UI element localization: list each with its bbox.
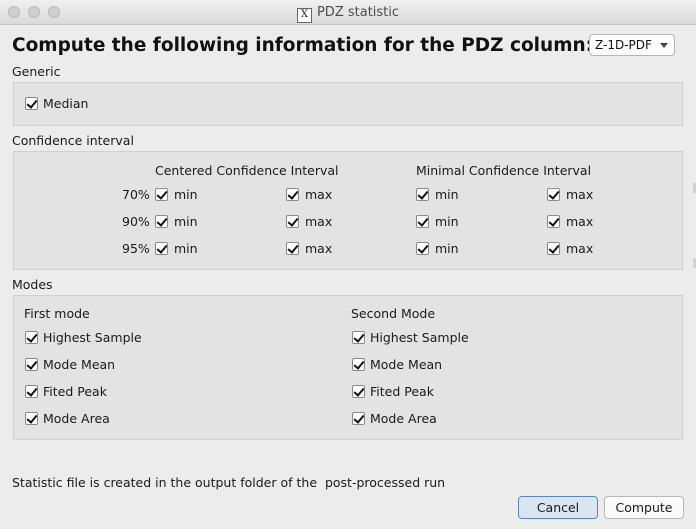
centered-ci-title: Centered Confidence Interval bbox=[155, 163, 339, 178]
minimal-70-min-checkbox[interactable] bbox=[416, 188, 429, 201]
first-mode-mean-label[interactable]: Mode Mean bbox=[43, 357, 115, 372]
second-fited-peak-checkbox[interactable] bbox=[352, 385, 365, 398]
cancel-button[interactable]: Cancel bbox=[518, 496, 598, 519]
second-mode-area-checkbox[interactable] bbox=[352, 412, 365, 425]
centered-70-min-checkbox[interactable] bbox=[155, 188, 168, 201]
centered-90-max-checkbox[interactable] bbox=[286, 215, 299, 228]
second-mode-title: Second Mode bbox=[351, 306, 436, 321]
ci-level-label: 70% bbox=[122, 187, 150, 202]
pdz-column-select-value: Z-1D-PDF bbox=[595, 38, 652, 52]
centered-90-max-label[interactable]: max bbox=[305, 214, 332, 229]
minimal-70-max-label[interactable]: max bbox=[566, 187, 593, 202]
x11-app-icon: X bbox=[296, 8, 312, 23]
ci-level-label: 95% bbox=[122, 241, 150, 256]
compute-button[interactable]: Compute bbox=[604, 496, 684, 519]
second-highest-sample-label[interactable]: Highest Sample bbox=[370, 330, 469, 345]
first-fited-peak-label[interactable]: Fited Peak bbox=[43, 384, 107, 399]
median-checkbox[interactable] bbox=[25, 97, 38, 110]
first-highest-sample-checkbox[interactable] bbox=[25, 331, 38, 344]
first-fited-peak-checkbox[interactable] bbox=[25, 385, 38, 398]
first-mode-title: First mode bbox=[24, 306, 90, 321]
minimal-90-max-label[interactable]: max bbox=[566, 214, 593, 229]
centered-90-min-checkbox[interactable] bbox=[155, 215, 168, 228]
centered-95-max-checkbox[interactable] bbox=[286, 242, 299, 255]
minimal-70-min-label[interactable]: min bbox=[435, 187, 459, 202]
second-highest-sample-checkbox[interactable] bbox=[352, 331, 365, 344]
second-mode-mean-label[interactable]: Mode Mean bbox=[370, 357, 442, 372]
minimal-ci-title: Minimal Confidence Interval bbox=[416, 163, 592, 178]
second-mode-area-label[interactable]: Mode Area bbox=[370, 411, 437, 426]
minimal-90-min-checkbox[interactable] bbox=[416, 215, 429, 228]
minimal-95-min-checkbox[interactable] bbox=[416, 242, 429, 255]
first-highest-sample-label[interactable]: Highest Sample bbox=[43, 330, 142, 345]
centered-70-max-checkbox[interactable] bbox=[286, 188, 299, 201]
first-mode-area-label[interactable]: Mode Area bbox=[43, 411, 110, 426]
centered-95-min-label[interactable]: min bbox=[174, 241, 198, 256]
centered-70-max-label[interactable]: max bbox=[305, 187, 332, 202]
confidence-group: Centered Confidence Interval Minimal Con… bbox=[13, 151, 683, 270]
centered-90-min-label[interactable]: min bbox=[174, 214, 198, 229]
minimal-90-max-checkbox[interactable] bbox=[547, 215, 560, 228]
second-fited-peak-label[interactable]: Fited Peak bbox=[370, 384, 434, 399]
page-title: Compute the following information for th… bbox=[12, 35, 594, 56]
minimal-90-min-label[interactable]: min bbox=[435, 214, 459, 229]
first-mode-mean-checkbox[interactable] bbox=[25, 358, 38, 371]
output-note: Statistic file is created in the output … bbox=[12, 475, 446, 490]
second-mode-mean-checkbox[interactable] bbox=[352, 358, 365, 371]
confidence-section-label: Confidence interval bbox=[12, 133, 134, 148]
ci-level-label: 90% bbox=[122, 214, 150, 229]
generic-group: Median bbox=[13, 82, 683, 126]
centered-70-min-label[interactable]: min bbox=[174, 187, 198, 202]
minimal-95-min-label[interactable]: min bbox=[435, 241, 459, 256]
modes-section-label: Modes bbox=[12, 277, 53, 292]
median-label[interactable]: Median bbox=[43, 96, 88, 111]
modes-group: First mode Second Mode Highest Sample Hi… bbox=[13, 295, 683, 440]
minimal-95-max-label[interactable]: max bbox=[566, 241, 593, 256]
title-bar: X PDZ statistic bbox=[0, 0, 696, 25]
generic-section-label: Generic bbox=[12, 64, 61, 79]
window-title: PDZ statistic bbox=[316, 5, 400, 20]
centered-95-min-checkbox[interactable] bbox=[155, 242, 168, 255]
centered-95-max-label[interactable]: max bbox=[305, 241, 332, 256]
window-title-area: X PDZ statistic bbox=[0, 5, 696, 23]
first-mode-area-checkbox[interactable] bbox=[25, 412, 38, 425]
pdz-column-select[interactable]: Z-1D-PDF bbox=[589, 34, 675, 56]
minimal-70-max-checkbox[interactable] bbox=[547, 188, 560, 201]
chevron-down-icon bbox=[660, 43, 668, 48]
minimal-95-max-checkbox[interactable] bbox=[547, 242, 560, 255]
